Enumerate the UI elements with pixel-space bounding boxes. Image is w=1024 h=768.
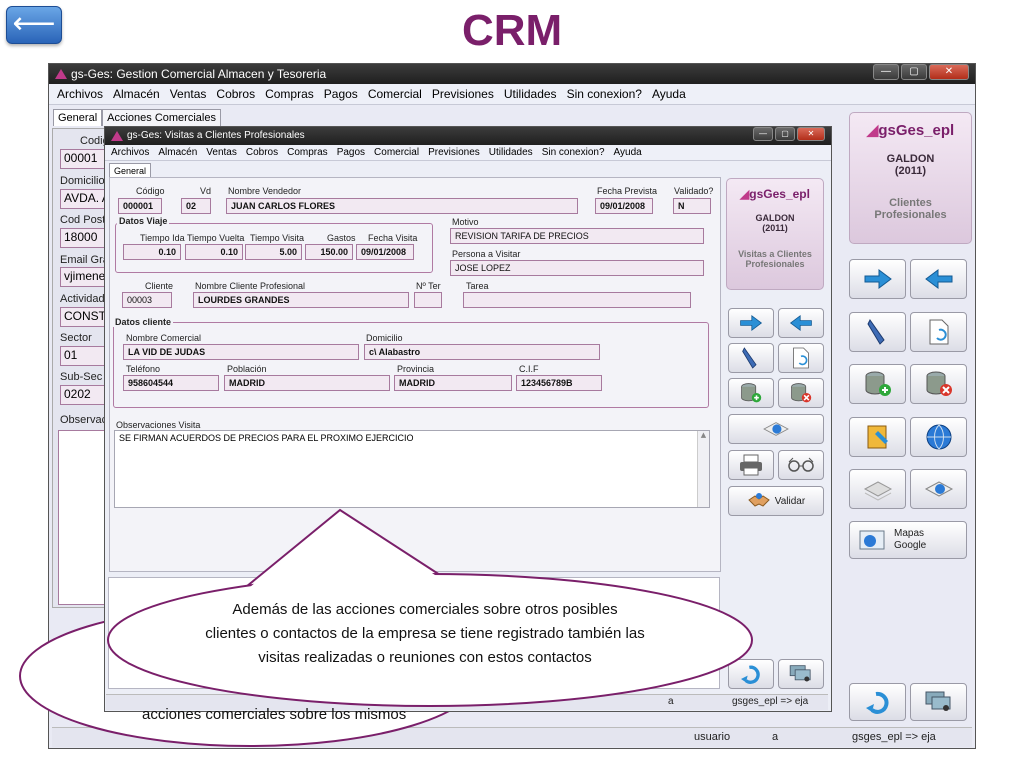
callout-text: Además de las acciones comerciales sobre…: [205, 601, 645, 666]
callout-under-text: acciones comerciales sobre los mismos: [142, 706, 407, 723]
